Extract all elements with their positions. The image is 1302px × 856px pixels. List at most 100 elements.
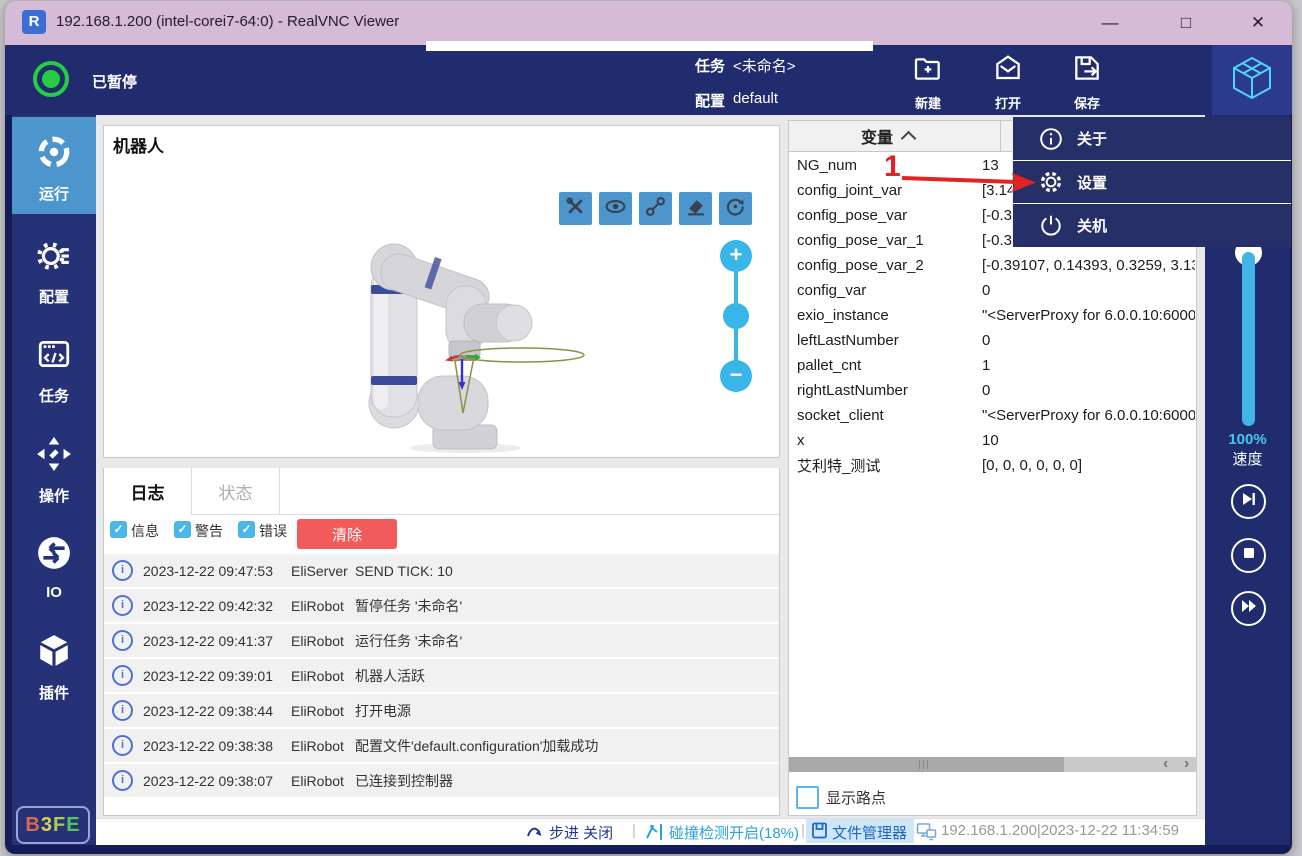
separator: |: [632, 822, 636, 839]
table-row[interactable]: leftLastNumber0: [789, 328, 1195, 353]
collision-icon: [645, 821, 666, 847]
tools-button[interactable]: [559, 192, 592, 225]
info-icon: [1039, 127, 1063, 151]
menu-item-settings[interactable]: 设置: [1013, 160, 1291, 203]
elite-logo-icon: [1229, 55, 1275, 106]
menu-item-about[interactable]: 关于: [1013, 117, 1291, 160]
tab-status[interactable]: 状态: [192, 468, 280, 514]
sidebar-item-task[interactable]: 任务: [12, 336, 96, 406]
table-row[interactable]: config_var0: [789, 278, 1195, 303]
table-row[interactable]: pallet_cnt1: [789, 353, 1195, 378]
sidebar-item-config[interactable]: 配置: [12, 237, 96, 307]
zoom-slider-thumb[interactable]: [723, 303, 749, 329]
info-icon: i: [112, 595, 133, 616]
horizontal-scrollbar[interactable]: [789, 757, 1196, 772]
info-icon: i: [112, 560, 133, 581]
log-row: i 2023-12-22 09:38:07EliRobot已连接到控制器: [104, 764, 779, 797]
skip-icon: [1240, 490, 1258, 513]
menu-item-shutdown[interactable]: 关机: [1013, 203, 1291, 246]
table-row[interactable]: socket_client"<ServerProxy for 6.0.0.10:…: [789, 403, 1195, 428]
log-row: i 2023-12-22 09:38:44EliRobot打开电源: [104, 694, 779, 727]
visibility-button[interactable]: [599, 192, 632, 225]
erase-button[interactable]: [679, 192, 712, 225]
sidebar-item-operate[interactable]: 操作: [12, 436, 96, 506]
save-icon: [1071, 52, 1103, 89]
table-row[interactable]: rightLastNumber0: [789, 378, 1195, 403]
eraser-icon: [685, 196, 706, 222]
step-mode-toggle[interactable]: 步进 关闭: [549, 822, 613, 843]
task-icon: [36, 336, 72, 377]
reset-view-button[interactable]: [719, 192, 752, 225]
sidebar-item-plugin[interactable]: 插件: [12, 633, 96, 703]
reset-view-icon: [725, 196, 746, 222]
file-manager-button[interactable]: 文件管理器: [832, 822, 907, 843]
move-icon: [36, 436, 72, 477]
sidebar-item-io[interactable]: IO: [12, 535, 96, 601]
task-value: <未命名>: [733, 55, 796, 76]
clear-log-button[interactable]: 清除: [297, 519, 397, 549]
vnc-toolbar-strip[interactable]: [426, 41, 873, 51]
zoom-out-button[interactable]: −: [720, 360, 752, 392]
info-filter-checkbox[interactable]: ✓: [110, 521, 127, 538]
log-row: i 2023-12-22 09:41:37EliRobot运行任务 '未命名': [104, 624, 779, 657]
task-label: 任务: [695, 55, 725, 76]
table-row[interactable]: config_pose_var_2[-0.39107, 0.14393, 0.3…: [789, 253, 1195, 278]
robot-status-text: 已暂停: [92, 71, 137, 92]
maximize-button[interactable]: □: [1163, 8, 1209, 38]
show-waypoints-checkbox[interactable]: [796, 786, 819, 809]
system-dropdown-menu: 关于 设置 关机: [1012, 117, 1291, 247]
plugin-icon: [36, 633, 72, 674]
open-button[interactable]: 打开: [972, 52, 1044, 112]
connection-address: 192.168.1.200|2023-12-22 11:34:59: [941, 822, 1179, 839]
info-icon: i: [112, 700, 133, 721]
scroll-right-button[interactable]: ›: [1184, 755, 1189, 773]
config-value: default: [733, 90, 778, 107]
config-label: 配置: [695, 90, 725, 111]
warning-filter-checkbox[interactable]: ✓: [174, 521, 191, 538]
gear-icon: [1039, 170, 1063, 194]
app-menu-button[interactable]: [1212, 45, 1292, 115]
error-filter-checkbox[interactable]: ✓: [238, 521, 255, 538]
screen: R 192.168.1.200 (intel-corei7-64:0) - Re…: [0, 0, 1302, 856]
step-mode-icon: [526, 822, 545, 846]
stop-button[interactable]: [1231, 538, 1266, 573]
log-row: i 2023-12-22 09:38:38EliRobot配置文件'defaul…: [104, 729, 779, 762]
table-row[interactable]: exio_instance"<ServerProxy for 6.0.0.10:…: [789, 303, 1195, 328]
sidebar-item-run[interactable]: 运行: [12, 134, 96, 204]
run-icon: [36, 134, 72, 175]
warning-filter-label: 警告: [195, 521, 223, 541]
new-button[interactable]: 新建: [892, 52, 964, 112]
io-icon: [36, 535, 72, 576]
trajectory-button[interactable]: [639, 192, 672, 225]
table-row[interactable]: x10: [789, 428, 1195, 453]
step-run-button[interactable]: [1231, 484, 1266, 519]
save-button[interactable]: 保存: [1051, 52, 1123, 112]
scrollbar-grip: [919, 760, 929, 769]
speed-percent: 100%: [1205, 431, 1290, 448]
scroll-left-button[interactable]: ‹: [1163, 755, 1168, 773]
zoom-in-button[interactable]: +: [720, 240, 752, 272]
info-filter-label: 信息: [131, 521, 159, 541]
close-button[interactable]: ✕: [1235, 8, 1281, 38]
info-icon: i: [112, 665, 133, 686]
new-file-icon: [912, 52, 944, 89]
scrollbar-thumb[interactable]: [789, 757, 1064, 772]
info-icon: i: [112, 630, 133, 651]
power-icon: [1039, 213, 1063, 237]
table-row[interactable]: 艾利特_测试[0, 0, 0, 0, 0, 0]: [789, 453, 1195, 478]
file-manager-icon: [811, 822, 828, 844]
column-divider: [1000, 120, 1001, 152]
tab-log[interactable]: 日志: [104, 468, 192, 515]
stop-icon: [1240, 544, 1258, 567]
minimize-button[interactable]: —: [1087, 8, 1133, 38]
robot-status-dot: [42, 70, 60, 88]
robot-arm-render: [250, 243, 595, 458]
collision-detection-toggle[interactable]: 碰撞检测开启(18%): [669, 822, 799, 843]
speed-label: 速度: [1205, 448, 1290, 469]
variables-header-label: 变量: [861, 124, 893, 148]
info-icon: i: [112, 735, 133, 756]
speed-slider-track[interactable]: [1242, 252, 1255, 426]
window-title: 192.168.1.200 (intel-corei7-64:0) - Real…: [56, 13, 399, 30]
fast-forward-button[interactable]: [1231, 591, 1266, 626]
show-waypoints-label: 显示路点: [826, 787, 886, 808]
